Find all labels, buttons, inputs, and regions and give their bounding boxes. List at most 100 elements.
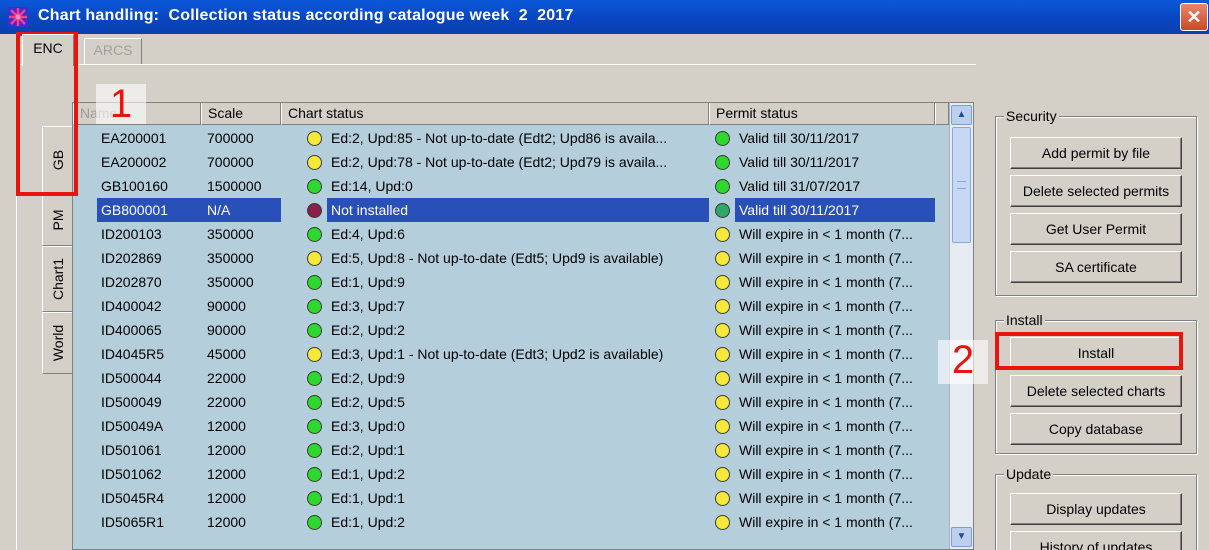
close-button[interactable]: ✕ xyxy=(1180,3,1208,31)
chart-status-cell: Ed:2, Upd:1 xyxy=(331,442,405,458)
chart-status-dot-icon xyxy=(307,203,322,218)
permit-status-dot-icon xyxy=(715,419,730,434)
chart-status-dot-icon xyxy=(307,467,322,482)
table-row[interactable]: ID50049A 12000 Ed:3, Upd:0 Will expire in <… xyxy=(73,414,949,438)
permit-status-cell: Will expire in < 1 month (7... xyxy=(739,346,913,362)
scroll-down-arrow-icon[interactable]: ▼ xyxy=(951,527,972,547)
chart-list[interactable]: Name Scale Chart status Permit status EA… xyxy=(72,102,974,550)
permit-status-dot-icon xyxy=(715,371,730,386)
chart-name-cell: ID400042 xyxy=(101,298,162,314)
annotation-box-2 xyxy=(995,332,1183,370)
chart-status-dot-icon xyxy=(307,299,322,314)
sa-certificate-button[interactable]: SA certificate xyxy=(1010,251,1182,283)
chart-status-cell: Ed:3, Upd:0 xyxy=(331,418,405,434)
table-rows: EA200001 700000 Ed:2, Upd:85 - Not up-to-d… xyxy=(73,126,949,534)
permit-status-cell: Will expire in < 1 month (7... xyxy=(739,298,913,314)
scale-cell: 350000 xyxy=(207,226,254,242)
chart-status-dot-icon xyxy=(307,515,322,530)
chart-status-dot-icon xyxy=(307,275,322,290)
chart-name-cell: GB100160 xyxy=(101,178,168,194)
permit-status-cell: Will expire in < 1 month (7... xyxy=(739,490,913,506)
permit-status-cell: Will expire in < 1 month (7... xyxy=(739,418,913,434)
scale-cell: 700000 xyxy=(207,154,254,170)
chart-status-dot-icon xyxy=(307,371,322,386)
scroll-up-arrow-icon[interactable]: ▲ xyxy=(951,105,972,125)
permit-status-dot-icon xyxy=(715,275,730,290)
permit-status-dot-icon xyxy=(715,131,730,146)
delete-selected-charts-button[interactable]: Delete selected charts xyxy=(1010,375,1182,407)
scale-cell: 700000 xyxy=(207,130,254,146)
table-row[interactable]: ID400065 90000 Ed:2, Upd:2 Will expire in <… xyxy=(73,318,949,342)
table-row[interactable]: ID500049 22000 Ed:2, Upd:5 Will expire in <… xyxy=(73,390,949,414)
table-row[interactable]: ID200103 350000 Ed:4, Upd:6 Will expire in … xyxy=(73,222,949,246)
chart-name-cell: ID501061 xyxy=(101,442,162,458)
table-row[interactable]: ID5045R4 12000 Ed:1, Upd:1 Will expire in <… xyxy=(73,486,949,510)
permit-status-cell: Will expire in < 1 month (7... xyxy=(739,322,913,338)
chart-status-dot-icon xyxy=(307,443,322,458)
permit-status-dot-icon xyxy=(715,227,730,242)
update-group: Update Display updates History of update… xyxy=(995,465,1197,550)
list-header: Name Scale Chart status Permit status xyxy=(73,103,973,125)
scrollbar-thumb[interactable] xyxy=(952,127,971,243)
delete-selected-permits-button[interactable]: Delete selected permits xyxy=(1010,175,1182,207)
chart-name-cell: ID202870 xyxy=(101,274,162,290)
permit-status-cell: Valid till 30/11/2017 xyxy=(739,130,860,146)
chart-name-cell: ID50049A xyxy=(101,418,164,434)
chart-status-cell: Ed:1, Upd:9 xyxy=(331,274,405,290)
chart-name-cell: ID400065 xyxy=(101,322,162,338)
annotation-number-1: 1 xyxy=(96,84,146,124)
permit-status-cell: Will expire in < 1 month (7... xyxy=(739,394,913,410)
column-header-filler xyxy=(935,103,949,125)
scale-cell: 1500000 xyxy=(207,178,262,194)
scale-cell: 350000 xyxy=(207,274,254,290)
chart-name-cell: ID5065R1 xyxy=(101,514,165,530)
vertical-scrollbar[interactable]: ▲ ▼ xyxy=(949,103,973,549)
copy-database-button[interactable]: Copy database xyxy=(1010,413,1182,445)
chart-status-dot-icon xyxy=(307,323,322,338)
table-row[interactable]: ID5065R1 12000 Ed:1, Upd:2 Will expire in <… xyxy=(73,510,949,534)
side-tab-world[interactable]: World xyxy=(42,312,72,374)
table-row[interactable]: ID202869 350000 Ed:5, Upd:8 - Not up-to-da… xyxy=(73,246,949,270)
permit-status-cell: Will expire in < 1 month (7... xyxy=(739,250,913,266)
tab-arcs[interactable]: ARCS xyxy=(84,38,142,64)
table-row[interactable]: ID501061 12000 Ed:2, Upd:1 Will expire in <… xyxy=(73,438,949,462)
scale-cell: 12000 xyxy=(207,490,246,506)
side-tab-chart1-label: Chart1 xyxy=(49,257,66,301)
table-row[interactable]: GB800001 N/A Not installed Valid till 30/11… xyxy=(73,198,949,222)
history-of-updates-button[interactable]: History of updates xyxy=(1010,531,1182,550)
chart-status-dot-icon xyxy=(307,251,322,266)
add-permit-by-file-button[interactable]: Add permit by file xyxy=(1010,137,1182,169)
permit-status-dot-icon xyxy=(715,323,730,338)
table-row[interactable]: ID400042 90000 Ed:3, Upd:7 Will expire in <… xyxy=(73,294,949,318)
tab-enc[interactable]: ENC xyxy=(22,34,74,66)
display-updates-button[interactable]: Display updates xyxy=(1010,493,1182,525)
security-group: Security Add permit by file Delete selec… xyxy=(995,107,1197,296)
get-user-permit-button[interactable]: Get User Permit xyxy=(1010,213,1182,245)
chart-status-dot-icon xyxy=(307,131,322,146)
table-row[interactable]: ID500044 22000 Ed:2, Upd:9 Will expire in <… xyxy=(73,366,949,390)
table-row[interactable]: EA200001 700000 Ed:2, Upd:85 - Not up-to-d… xyxy=(73,126,949,150)
permit-status-dot-icon xyxy=(715,515,730,530)
column-header-permit-status[interactable]: Permit status xyxy=(709,103,935,125)
security-group-title: Security xyxy=(1004,107,1059,125)
column-header-chart-status[interactable]: Chart status xyxy=(281,103,709,125)
table-row[interactable]: ID501062 12000 Ed:1, Upd:2 Will expire in <… xyxy=(73,462,949,486)
table-row[interactable]: EA200002 700000 Ed:2, Upd:78 - Not up-to-d… xyxy=(73,150,949,174)
table-row[interactable]: ID202870 350000 Ed:1, Upd:9 Will expire in … xyxy=(73,270,949,294)
scale-cell: 45000 xyxy=(207,346,246,362)
chart-status-cell: Ed:4, Upd:6 xyxy=(331,226,405,242)
permit-status-dot-icon xyxy=(715,251,730,266)
chart-status-cell: Ed:2, Upd:2 xyxy=(331,322,405,338)
table-row[interactable]: GB100160 1500000 Ed:14, Upd:0 Valid till 31… xyxy=(73,174,949,198)
side-tab-chart1[interactable]: Chart1 xyxy=(42,246,72,312)
chart-status-cell: Ed:1, Upd:2 xyxy=(331,466,405,482)
side-tab-pm-label: PM xyxy=(49,209,66,231)
column-header-scale[interactable]: Scale xyxy=(201,103,281,125)
scale-cell: 90000 xyxy=(207,322,246,338)
side-tab-pm[interactable]: PM xyxy=(42,194,72,246)
chart-status-dot-icon xyxy=(307,179,322,194)
chart-name-cell: ID200103 xyxy=(101,226,162,242)
chart-name-cell: ID4045R5 xyxy=(101,346,165,362)
table-row[interactable]: ID4045R5 45000 Ed:3, Upd:1 - Not up-to-dat… xyxy=(73,342,949,366)
permit-status-cell: Will expire in < 1 month (7... xyxy=(739,226,913,242)
